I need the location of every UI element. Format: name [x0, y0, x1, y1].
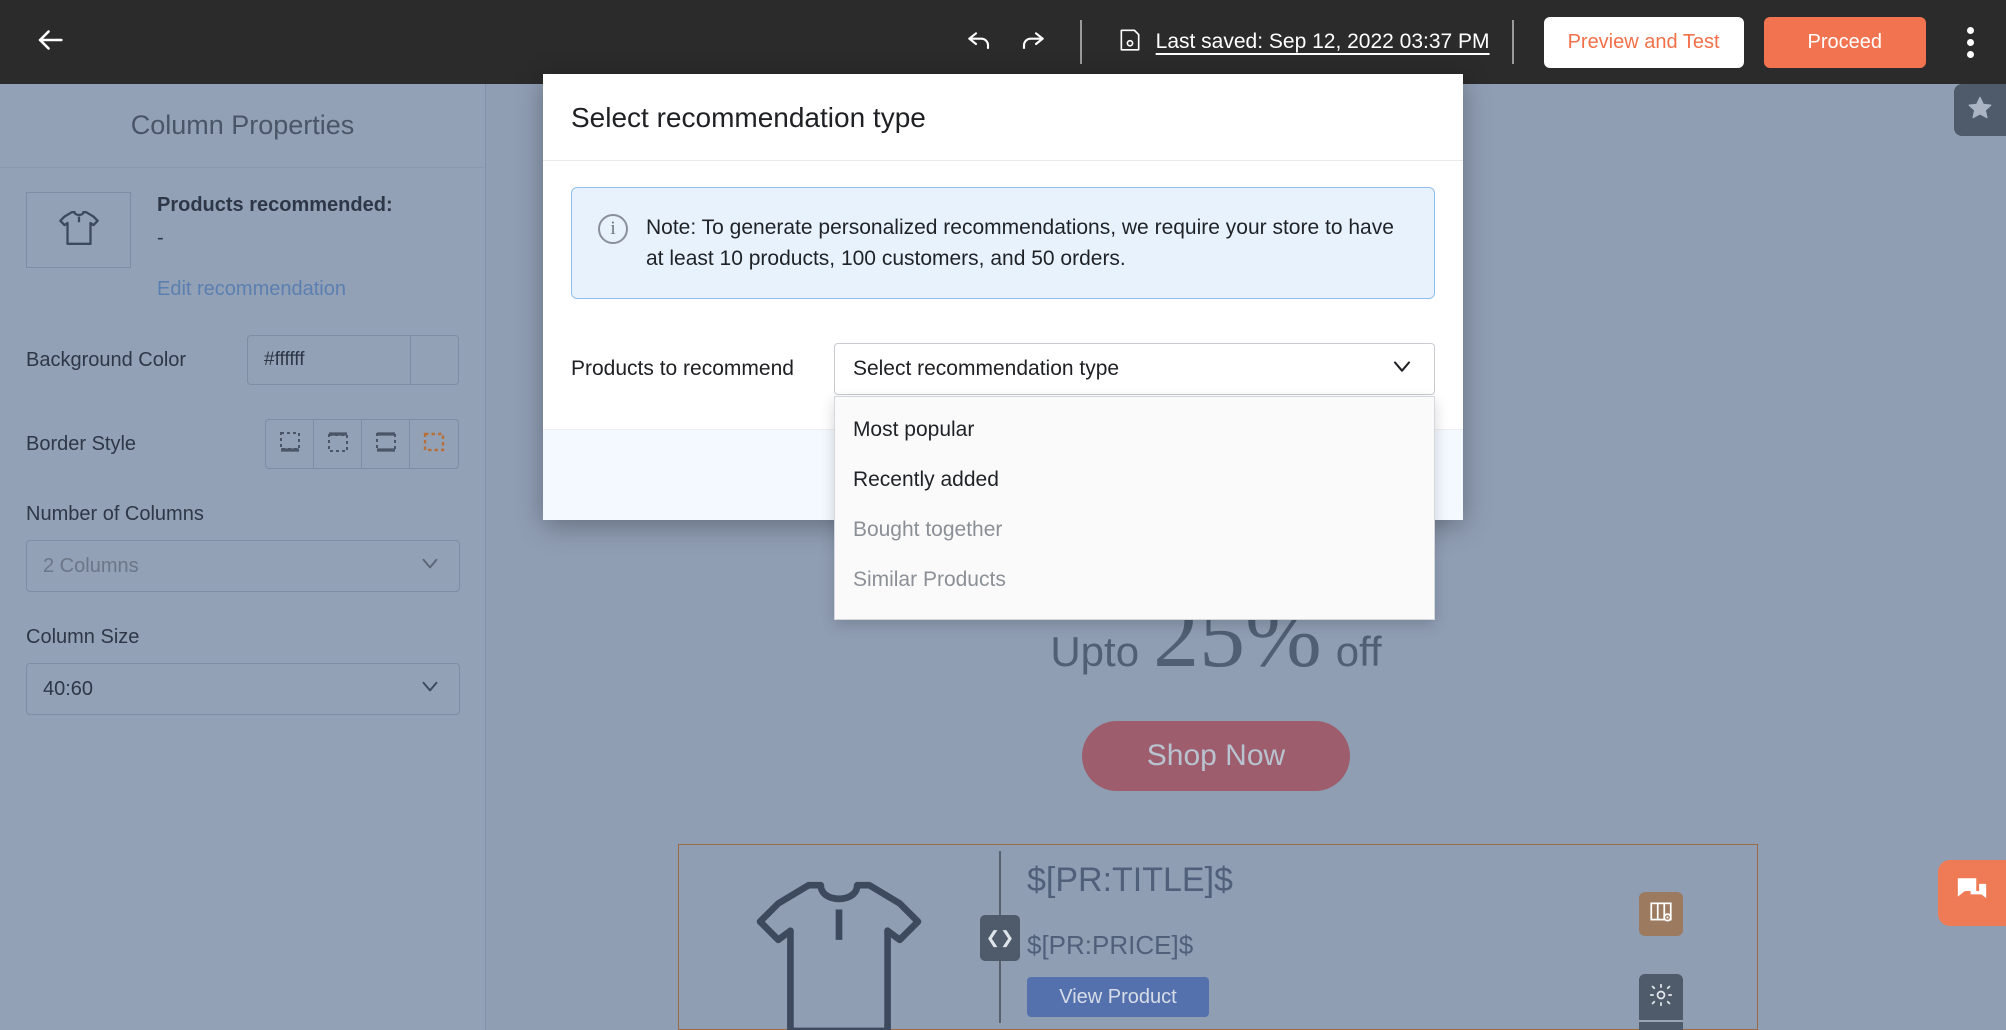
- product-image-cell: [679, 845, 999, 1030]
- products-recommended-value: -: [157, 227, 164, 249]
- dialog-header: Select recommendation type: [543, 74, 1463, 161]
- product-recommendation-block[interactable]: ❮❯ $[PR:TITLE]$ $[PR:PRICE]$ View Produc…: [678, 844, 1758, 1030]
- chat-bubble-icon: [1954, 874, 1990, 913]
- products-to-recommend-label: Products to recommend: [571, 357, 794, 381]
- column-size-value: 40:60: [43, 677, 94, 700]
- undo-button[interactable]: [954, 16, 1006, 68]
- dropdown-option-most-popular[interactable]: Most popular: [835, 405, 1434, 455]
- product-thumbnail: [26, 192, 131, 268]
- last-saved-label[interactable]: Last saved: Sep 12, 2022 03:37 PM: [1156, 30, 1490, 54]
- columns-badge[interactable]: [1639, 892, 1683, 936]
- floppy-disk-icon: [1117, 26, 1143, 59]
- border-style-option-bottom[interactable]: [266, 420, 314, 468]
- border-style-option-all-dashed[interactable]: [410, 420, 458, 468]
- border-style-label: Border Style: [26, 432, 137, 455]
- promo-suffix: off: [1335, 628, 1382, 675]
- column-size-label: Column Size: [26, 626, 140, 648]
- toolbar-divider: [1079, 20, 1082, 64]
- columns-icon: [1648, 899, 1674, 930]
- border-all-dashed-icon: [420, 428, 448, 461]
- recommendation-type-field: Select recommendation type Most popular …: [833, 343, 1435, 621]
- recommendation-summary: Products recommended: - Edit recommendat…: [0, 168, 485, 301]
- column-size-field: Column Size 40:60: [0, 626, 485, 715]
- info-note: i Note: To generate personalized recomme…: [571, 187, 1435, 300]
- chat-support-button[interactable]: [1938, 860, 2006, 926]
- top-toolbar: Last saved: Sep 12, 2022 03:37 PM Previe…: [0, 0, 2006, 84]
- number-of-columns-value: 2 Columns: [43, 554, 139, 577]
- gear-icon: [1648, 982, 1674, 1013]
- recommendation-type-dropdown: Most popular Recently added Bought toget…: [833, 396, 1435, 621]
- recommendation-type-value: Select recommendation type: [852, 357, 1120, 381]
- color-swatch[interactable]: [410, 336, 458, 384]
- save-draft-button[interactable]: [1104, 16, 1156, 68]
- redo-icon: [1016, 24, 1048, 61]
- background-color-input[interactable]: #ffffff: [247, 335, 459, 385]
- settings-button[interactable]: [1639, 974, 1683, 1020]
- proceed-button[interactable]: Proceed: [1763, 16, 1926, 68]
- back-button[interactable]: [22, 14, 78, 70]
- dialog-title: Select recommendation type: [571, 102, 926, 133]
- tshirt-icon: [734, 867, 944, 1030]
- element-toolbar: [1639, 974, 1683, 1030]
- redo-button[interactable]: [1006, 16, 1058, 68]
- preview-and-test-button[interactable]: Preview and Test: [1543, 16, 1744, 68]
- dialog-body: i Note: To generate personalized recomme…: [543, 161, 1463, 621]
- recommendation-type-select[interactable]: Select recommendation type: [833, 343, 1435, 396]
- move-handle[interactable]: [1639, 1020, 1683, 1030]
- background-color-label: Background Color: [26, 348, 187, 371]
- undo-icon: [964, 24, 996, 61]
- select-recommendation-type-dialog: Select recommendation type i Note: To ge…: [543, 74, 1463, 621]
- recommendation-info: Products recommended: - Edit recommendat…: [157, 192, 393, 301]
- number-of-columns-select[interactable]: 2 Columns: [26, 540, 460, 592]
- products-to-recommend-row: Products to recommend Select recommendat…: [571, 343, 1435, 621]
- product-details-cell: $[PR:TITLE]$ $[PR:PRICE]$ View Product: [1001, 845, 1233, 1029]
- arrow-left-icon: [33, 23, 67, 62]
- products-recommended-label: Products recommended:: [157, 194, 393, 216]
- info-icon: i: [598, 214, 628, 244]
- number-of-columns-field: Number of Columns 2 Columns: [0, 503, 485, 592]
- tshirt-icon: [56, 207, 102, 254]
- view-product-button[interactable]: View Product: [1027, 977, 1209, 1017]
- border-bottom-icon: [276, 428, 304, 461]
- code-brackets-icon[interactable]: ❮❯: [980, 915, 1020, 961]
- info-note-text: Note: To generate personalized recommend…: [646, 216, 1394, 271]
- dropdown-option-similar-products: Similar Products: [852, 568, 1006, 592]
- chevron-down-icon: [1388, 352, 1416, 386]
- chevron-down-icon: [417, 673, 443, 705]
- border-top-icon: [324, 428, 352, 461]
- dropdown-option-bought-together: Bought together: [852, 518, 1003, 542]
- dropdown-option-recently-added[interactable]: Recently added: [835, 455, 1434, 505]
- border-style-option-top[interactable]: [314, 420, 362, 468]
- shop-now-button[interactable]: Shop Now: [1082, 721, 1350, 791]
- product-price-merge-tag: $[PR:PRICE]$: [1027, 930, 1194, 960]
- chevron-down-icon: [417, 550, 443, 582]
- number-of-columns-label: Number of Columns: [26, 503, 204, 525]
- background-color-field: Background Color #ffffff: [0, 335, 485, 385]
- border-top-bottom-icon: [372, 428, 400, 461]
- border-style-options: [265, 419, 459, 469]
- star-icon: [1966, 94, 1994, 127]
- toolbar-divider-2: [1511, 20, 1514, 64]
- column-properties-panel: Column Properties Products recommended: …: [0, 84, 486, 1030]
- border-style-field: Border Style: [0, 419, 485, 469]
- border-style-option-top-bottom[interactable]: [362, 420, 410, 468]
- column-divider[interactable]: ❮❯: [980, 851, 1020, 1023]
- favorites-button[interactable]: [1954, 84, 2006, 136]
- product-title-merge-tag: $[PR:TITLE]$: [1027, 861, 1233, 899]
- promo-prefix: Upto: [1050, 628, 1140, 675]
- panel-title: Column Properties: [0, 84, 485, 168]
- background-color-value: #ffffff: [264, 349, 305, 370]
- kebab-menu-icon[interactable]: [1944, 16, 1996, 68]
- edit-recommendation-link[interactable]: Edit recommendation: [157, 278, 393, 301]
- column-size-select[interactable]: 40:60: [26, 663, 460, 715]
